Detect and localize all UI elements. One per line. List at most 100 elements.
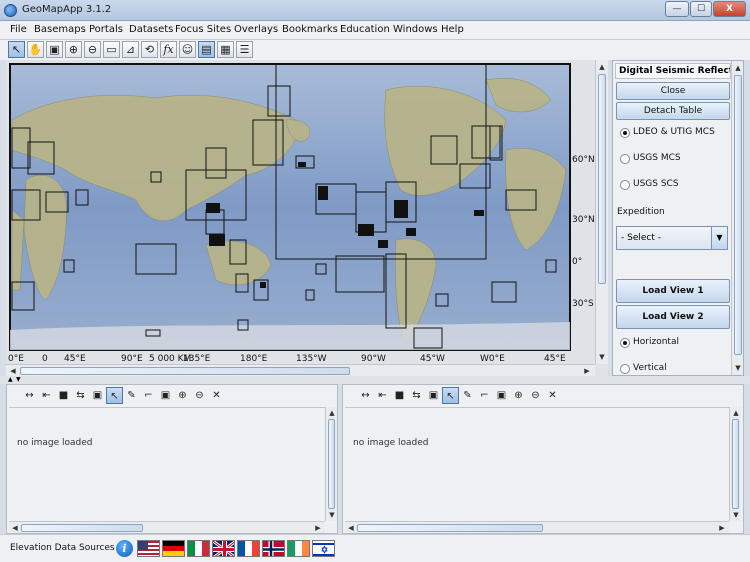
- widen-icon[interactable]: ↔: [21, 387, 38, 404]
- image-left-hthumb[interactable]: [21, 524, 143, 532]
- image-right-vscroll[interactable]: ▲ ▼: [729, 407, 741, 521]
- ireland-flag[interactable]: [287, 540, 310, 557]
- usa-flag[interactable]: [137, 540, 160, 557]
- save-icon[interactable]: ▣: [89, 387, 106, 404]
- map-hscroll-thumb[interactable]: [20, 367, 350, 375]
- zoom-out-icon[interactable]: ⊖: [191, 387, 208, 404]
- scroll-right-icon[interactable]: ▶: [582, 366, 592, 376]
- line-icon[interactable]: ⌐: [476, 387, 493, 404]
- menu-file[interactable]: File: [10, 24, 27, 35]
- menu-portals[interactable]: Portals: [89, 24, 123, 35]
- radio-usgs-mcs[interactable]: [620, 154, 630, 164]
- expedition-select[interactable]: - Select - ▼: [616, 226, 728, 250]
- pan-hand-icon[interactable]: ✋: [27, 41, 44, 58]
- zoom-in-icon[interactable]: ⊕: [174, 387, 191, 404]
- detach-table-button[interactable]: Detach Table: [616, 102, 730, 120]
- pointer-icon[interactable]: ↖: [442, 387, 459, 404]
- menu-focus-sites[interactable]: Focus Sites: [175, 24, 231, 35]
- scroll-up-icon[interactable]: ▲: [733, 63, 743, 73]
- scroll-down-icon[interactable]: ▼: [597, 352, 607, 362]
- menu-windows[interactable]: Windows: [393, 24, 438, 35]
- collapse-up-icon[interactable]: ▲: [8, 376, 13, 383]
- rectangle-icon[interactable]: ▭: [103, 41, 120, 58]
- collapse-down-icon[interactable]: ▼: [16, 376, 21, 383]
- norway-flag[interactable]: [262, 540, 285, 557]
- save-icon[interactable]: ▣: [425, 387, 442, 404]
- scroll-down-icon[interactable]: ▼: [327, 510, 337, 520]
- menu-basemaps[interactable]: Basemaps: [34, 24, 86, 35]
- line-icon[interactable]: ⌐: [140, 387, 157, 404]
- split-divider[interactable]: ▲ ▼: [0, 376, 750, 384]
- globe-icon[interactable]: ☺: [179, 41, 196, 58]
- flip-icon[interactable]: ⇆: [408, 387, 425, 404]
- uk-flag[interactable]: [212, 540, 235, 557]
- map-vertical-scrollbar[interactable]: ▲ ▼: [595, 60, 608, 364]
- stop-icon[interactable]: ■: [391, 387, 408, 404]
- flip-icon[interactable]: ⇆: [72, 387, 89, 404]
- scroll-right-icon[interactable]: ▶: [313, 523, 323, 533]
- image-right-hscroll[interactable]: ◀ ▶: [345, 521, 729, 533]
- image-canvas-right[interactable]: no image loaded: [345, 407, 729, 521]
- map-view-icon[interactable]: ▤: [198, 41, 215, 58]
- image-canvas-left[interactable]: no image loaded: [9, 407, 325, 521]
- radio-usgs-scs[interactable]: [620, 180, 630, 190]
- scroll-up-icon[interactable]: ▲: [327, 408, 337, 418]
- close-icon[interactable]: ✕: [544, 387, 561, 404]
- side-vscroll-thumb[interactable]: [734, 75, 742, 355]
- digitize-icon[interactable]: ✎: [459, 387, 476, 404]
- germany-flag[interactable]: [162, 540, 185, 557]
- save-icon[interactable]: ▣: [46, 41, 63, 58]
- zoom-in-icon[interactable]: ⊕: [65, 41, 82, 58]
- grid-icon[interactable]: ▦: [217, 41, 234, 58]
- close-panel-button[interactable]: Close: [616, 82, 730, 100]
- map-vscroll-thumb[interactable]: [598, 74, 606, 284]
- scroll-up-icon[interactable]: ▲: [597, 62, 607, 72]
- narrow-icon[interactable]: ⇤: [374, 387, 391, 404]
- image-right-hthumb[interactable]: [357, 524, 543, 532]
- radio-ldeo-utig-mcs[interactable]: [620, 128, 630, 138]
- widen-icon[interactable]: ↔: [357, 387, 374, 404]
- profile-icon[interactable]: ⊿: [122, 41, 139, 58]
- image-right-vthumb[interactable]: [732, 419, 739, 509]
- world-map[interactable]: 60°N 30°N 0° 30°S 0°E 0 45°E 90°E 135°E …: [6, 60, 608, 376]
- zoom-in-icon[interactable]: ⊕: [510, 387, 527, 404]
- save-image-icon[interactable]: ▣: [157, 387, 174, 404]
- menu-datasets[interactable]: Datasets: [129, 24, 173, 35]
- menu-overlays[interactable]: Overlays: [234, 24, 278, 35]
- map-horizontal-scrollbar[interactable]: ◀ ▶: [6, 364, 595, 376]
- chevron-down-icon[interactable]: ▼: [711, 227, 727, 249]
- menu-help[interactable]: Help: [441, 24, 464, 35]
- scroll-right-icon[interactable]: ▶: [717, 523, 727, 533]
- israel-flag[interactable]: [312, 540, 335, 557]
- list-icon[interactable]: ☰: [236, 41, 253, 58]
- scroll-left-icon[interactable]: ◀: [10, 523, 20, 533]
- close-icon[interactable]: ✕: [208, 387, 225, 404]
- scroll-left-icon[interactable]: ◀: [346, 523, 356, 533]
- load-view-2-button[interactable]: Load View 2: [616, 305, 730, 329]
- image-left-vthumb[interactable]: [328, 419, 335, 509]
- scroll-up-icon[interactable]: ▲: [731, 408, 741, 418]
- digitize-icon[interactable]: ✎: [123, 387, 140, 404]
- france-flag[interactable]: [237, 540, 260, 557]
- italy-flag[interactable]: [187, 540, 210, 557]
- function-icon[interactable]: fx: [160, 41, 177, 58]
- info-icon[interactable]: i: [116, 540, 133, 557]
- image-left-hscroll[interactable]: ◀ ▶: [9, 521, 325, 533]
- zoom-out-icon[interactable]: ⊖: [527, 387, 544, 404]
- close-window-button[interactable]: X: [713, 1, 746, 17]
- menu-bookmarks[interactable]: Bookmarks: [282, 24, 338, 35]
- maximize-button[interactable]: ☐: [690, 1, 712, 17]
- scroll-down-icon[interactable]: ▼: [731, 510, 741, 520]
- narrow-icon[interactable]: ⇤: [38, 387, 55, 404]
- pointer-icon[interactable]: ↖: [8, 41, 25, 58]
- stop-icon[interactable]: ■: [55, 387, 72, 404]
- scroll-left-icon[interactable]: ◀: [8, 366, 18, 376]
- lasso-icon[interactable]: ⟲: [141, 41, 158, 58]
- radio-vertical[interactable]: [620, 364, 630, 374]
- image-left-vscroll[interactable]: ▲ ▼: [325, 407, 337, 521]
- menu-education[interactable]: Education: [340, 24, 390, 35]
- save-image-icon[interactable]: ▣: [493, 387, 510, 404]
- radio-horizontal[interactable]: [620, 338, 630, 348]
- load-view-1-button[interactable]: Load View 1: [616, 279, 730, 303]
- zoom-out-icon[interactable]: ⊖: [84, 41, 101, 58]
